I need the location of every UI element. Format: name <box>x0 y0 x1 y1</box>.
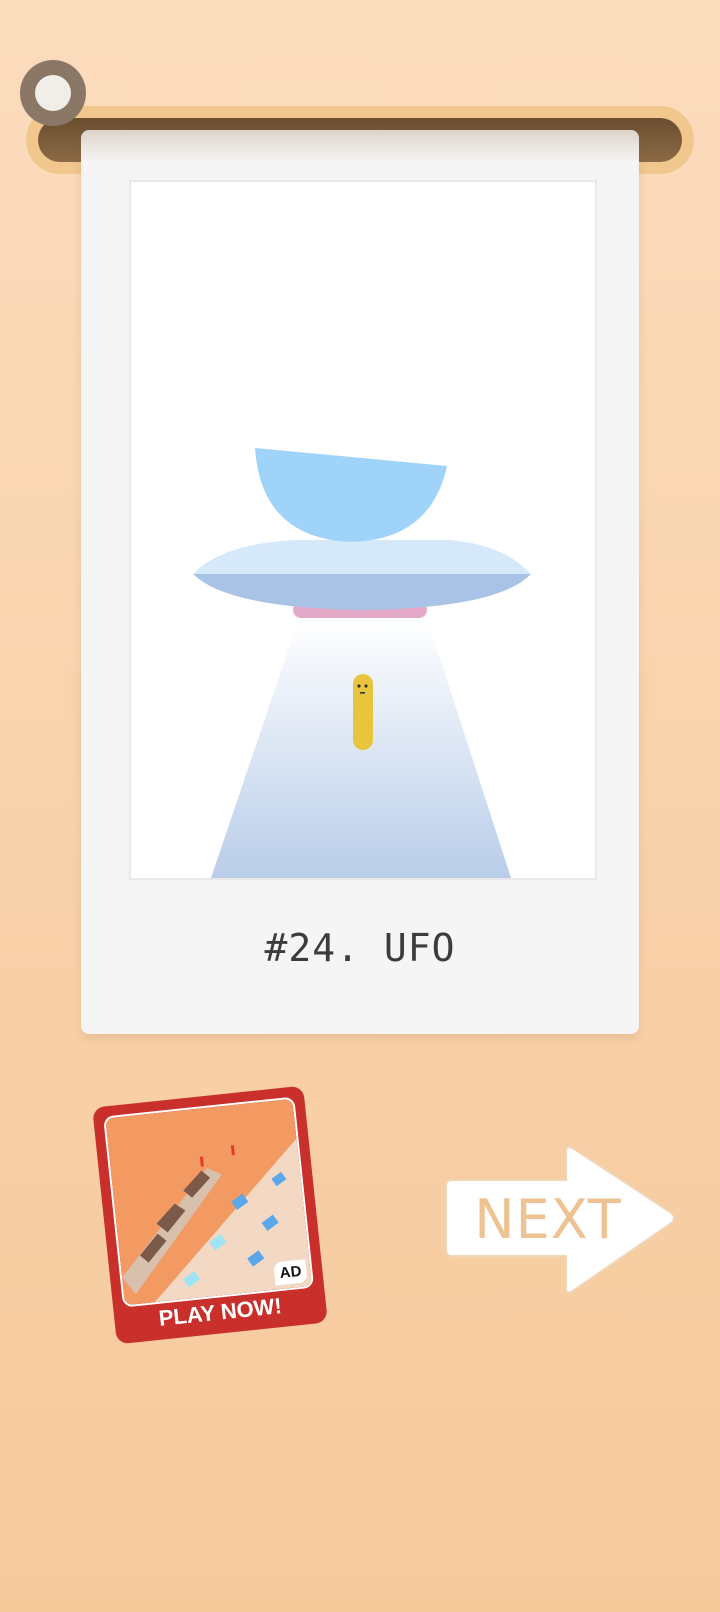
polaroid-shadow <box>81 130 639 162</box>
ufo-saucer-top <box>193 540 531 574</box>
circle-menu-icon <box>35 75 71 111</box>
ad-preview-image: AD <box>103 1096 315 1308</box>
menu-button[interactable] <box>20 60 86 126</box>
photo-caption: #24. UFO <box>264 926 456 970</box>
ad-badge: AD <box>273 1259 308 1286</box>
ufo-dome <box>255 448 447 542</box>
polaroid-card: #24. UFO <box>81 130 639 1034</box>
polaroid-photo <box>129 180 597 880</box>
next-label: NEXT <box>474 1188 622 1251</box>
alien-character <box>353 674 373 750</box>
game-screen: #24. UFO AD PLAY NOW! NEXT <box>0 0 720 1612</box>
ufo-saucer-bottom <box>193 574 531 610</box>
ad-card[interactable]: AD PLAY NOW! <box>92 1085 328 1345</box>
ufo-beam-icon <box>193 448 531 878</box>
next-button[interactable]: NEXT <box>442 1144 680 1296</box>
